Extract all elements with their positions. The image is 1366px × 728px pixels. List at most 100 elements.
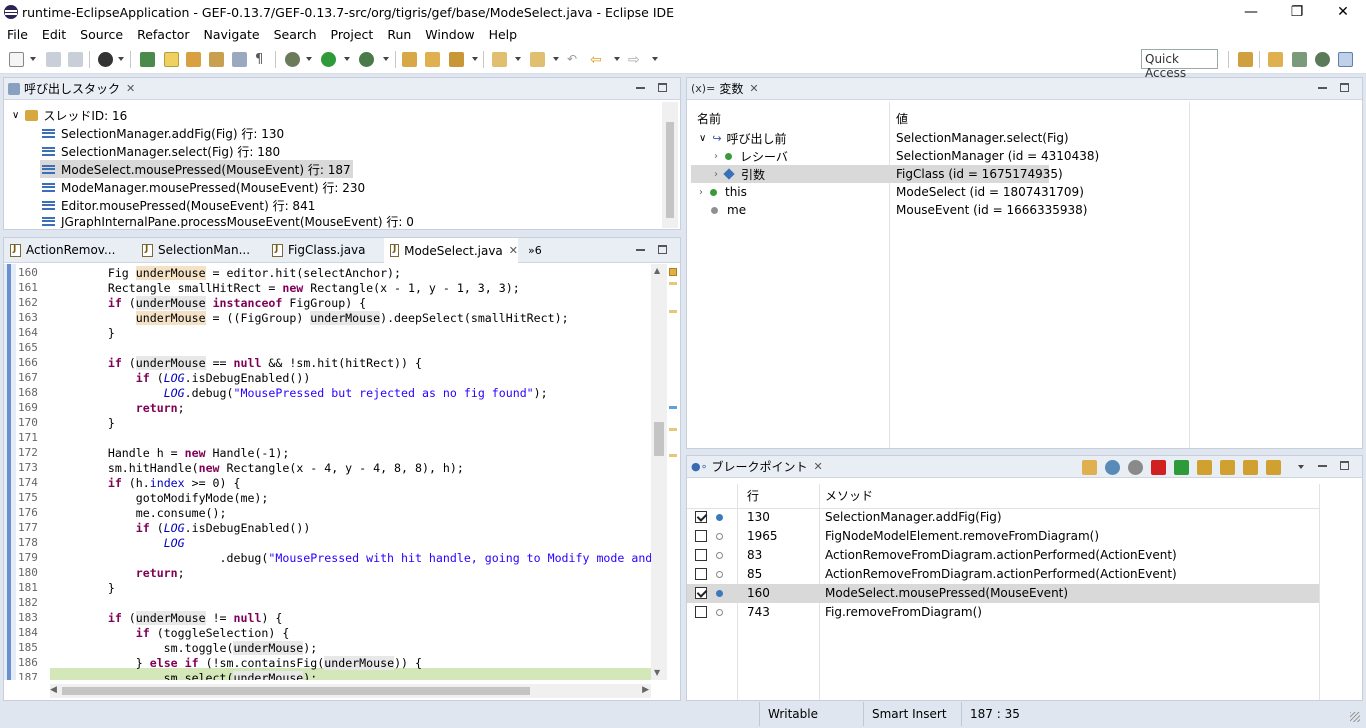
drop-to-frame-icon[interactable] xyxy=(1266,460,1281,475)
col-name-header[interactable]: 名前 xyxy=(697,109,721,127)
variable-row[interactable]: me xyxy=(711,201,746,219)
tab-modeselect-active[interactable]: ModeSelect.java ✕ xyxy=(384,238,518,263)
editor-hscrollbar[interactable]: ◀ ▶ xyxy=(50,684,651,698)
stack-frame[interactable]: Editor.mousePressed(MouseEvent) 行: 841 xyxy=(42,196,315,214)
minimize-icon[interactable] xyxy=(636,83,645,89)
code-line[interactable]: if (toggleSelection) { xyxy=(52,626,290,640)
breakpoint-row[interactable]: 85 ActionRemoveFromDiagram.actionPerform… xyxy=(695,565,1319,583)
menu-window[interactable]: Window xyxy=(418,27,481,42)
debug-icon[interactable] xyxy=(285,52,300,67)
code-line[interactable]: .debug("MousePressed with hit handle, go… xyxy=(52,551,651,565)
java-perspective-icon[interactable] xyxy=(1268,52,1283,67)
minimize-window-button[interactable]: — xyxy=(1228,0,1274,24)
expand-chevron-icon[interactable]: › xyxy=(714,151,718,162)
code-line[interactable]: Rectangle smallHitRect = new Rectangle(x… xyxy=(52,281,520,295)
breakpoint-row[interactable]: 743 Fig.removeFromDiagram() xyxy=(695,603,1319,621)
stack-frame[interactable]: SelectionManager.select(Fig) 行: 180 xyxy=(42,142,280,160)
skip-all-icon[interactable] xyxy=(1128,460,1143,475)
breakpoint-checkbox[interactable] xyxy=(695,530,707,542)
search-dropdown-icon[interactable] xyxy=(472,57,478,61)
breakpoint-checkbox[interactable] xyxy=(695,511,707,523)
close-variables-icon[interactable]: ✕ xyxy=(749,82,758,95)
next-edit-dropdown-icon[interactable] xyxy=(515,57,521,61)
minimize-icon[interactable] xyxy=(1318,461,1327,467)
code-line[interactable]: sm.toggle(underMouse); xyxy=(52,641,317,655)
forward-icon[interactable]: ⇨ xyxy=(628,52,643,68)
prev-edit-icon[interactable] xyxy=(530,52,545,67)
quick-access-input[interactable]: Quick Access xyxy=(1141,49,1218,80)
view-menu-icon[interactable] xyxy=(1298,465,1304,469)
scroll-right-icon[interactable]: ▶ xyxy=(642,685,649,695)
col-method-header[interactable]: メソッド xyxy=(825,486,873,504)
maximize-icon[interactable] xyxy=(1340,83,1349,92)
menu-refactor[interactable]: Refactor xyxy=(130,27,196,42)
code-line[interactable]: } else if (!sm.containsFig(underMouse)) … xyxy=(52,656,422,670)
tab-figclass[interactable]: FigClass.java xyxy=(266,238,384,262)
code-line[interactable]: LOG.debug("MousePressed but rejected as … xyxy=(52,386,548,400)
breakpoint-row[interactable]: 83 ActionRemoveFromDiagram.actionPerform… xyxy=(695,546,1319,564)
step-return-icon[interactable] xyxy=(1243,460,1258,475)
stack-frame[interactable]: ModeManager.mousePressed(MouseEvent) 行: … xyxy=(42,178,365,196)
code-line[interactable]: underMouse = ((FigGroup) underMouse).dee… xyxy=(52,311,569,325)
variable-row[interactable]: › レシーバ xyxy=(714,147,788,165)
code-line[interactable]: Handle h = new Handle(-1); xyxy=(52,446,290,460)
close-breakpoints-icon[interactable]: ✕ xyxy=(814,460,823,473)
breakpoint-row-selected[interactable]: 160 ModeSelect.mousePressed(MouseEvent) xyxy=(695,584,1319,602)
scroll-left-icon[interactable]: ◀ xyxy=(50,685,57,695)
code-line[interactable]: return; xyxy=(52,566,185,580)
expand-chevron-icon[interactable]: ∨ xyxy=(12,110,19,121)
menu-edit[interactable]: Edit xyxy=(35,27,73,42)
block-selection-icon[interactable] xyxy=(232,52,247,67)
resize-grip-icon[interactable] xyxy=(1350,712,1360,722)
menu-search[interactable]: Search xyxy=(267,27,324,42)
breakpoint-checkbox[interactable] xyxy=(695,606,707,618)
expand-chevron-icon[interactable]: › xyxy=(699,187,703,198)
breakpoint-checkbox[interactable] xyxy=(695,568,707,580)
last-edit-icon[interactable]: ↶ xyxy=(567,52,582,67)
scroll-down-icon[interactable]: ▼ xyxy=(654,668,660,677)
profile-icon[interactable] xyxy=(98,52,113,67)
debug-perspective-icon[interactable] xyxy=(1315,52,1330,67)
tab-action-remove[interactable]: ActionRemov... xyxy=(4,238,134,262)
expand-chevron-icon[interactable]: › xyxy=(714,169,718,180)
menu-run[interactable]: Run xyxy=(380,27,418,42)
code-line[interactable]: sm.select(underMouse); xyxy=(52,671,317,680)
code-line[interactable]: Fig underMouse = editor.hit(selectAnchor… xyxy=(52,266,401,280)
callstack-scrollbar[interactable] xyxy=(662,102,678,228)
prev-edit-dropdown-icon[interactable] xyxy=(553,57,559,61)
code-line[interactable]: if (underMouse instanceof FigGroup) { xyxy=(52,296,366,310)
import-breakpoints-icon[interactable] xyxy=(1082,460,1097,475)
open-type-icon[interactable] xyxy=(402,52,417,67)
code-line[interactable]: if (underMouse != null) { xyxy=(52,611,282,625)
code-line[interactable]: if (LOG.isDebugEnabled()) xyxy=(52,371,311,385)
maximize-icon[interactable] xyxy=(1340,461,1349,470)
breakpoint-row[interactable]: 130 SelectionManager.addFig(Fig) xyxy=(695,508,1319,526)
code-area[interactable]: 160 Fig underMouse = editor.hit(selectAn… xyxy=(4,264,651,680)
new-icon[interactable] xyxy=(9,52,24,67)
col-line-header[interactable]: 行 xyxy=(747,486,759,504)
link-breakpoints-icon[interactable] xyxy=(1105,460,1120,475)
code-line[interactable]: } xyxy=(52,326,115,340)
close-tab-icon[interactable]: ✕ xyxy=(509,244,518,257)
run-icon[interactable] xyxy=(321,52,336,67)
toggle-mark-icon[interactable] xyxy=(164,52,179,67)
tab-selection-manager[interactable]: SelectionMan... xyxy=(136,238,264,262)
code-line[interactable]: return; xyxy=(52,401,185,415)
step-into-icon[interactable] xyxy=(1197,460,1212,475)
breakpoint-checkbox[interactable] xyxy=(695,587,707,599)
forward-dropdown-icon[interactable] xyxy=(652,57,658,61)
col-value-header[interactable]: 値 xyxy=(896,109,908,127)
expand-chevron-icon[interactable]: ∨ xyxy=(699,133,706,144)
step-over-icon[interactable] xyxy=(1220,460,1235,475)
thread-node[interactable]: ∨ スレッドID: 16 xyxy=(12,106,127,124)
scroll-thumb[interactable] xyxy=(654,422,664,456)
git-perspective-icon[interactable] xyxy=(1292,52,1307,67)
variable-row[interactable]: › this xyxy=(699,183,747,201)
profile-dropdown-icon[interactable] xyxy=(118,57,124,61)
new-dropdown-icon[interactable] xyxy=(30,57,36,61)
hscroll-thumb[interactable] xyxy=(62,687,530,695)
save-icon[interactable] xyxy=(46,52,61,67)
close-callstack-icon[interactable]: ✕ xyxy=(126,82,135,95)
back-dropdown-icon[interactable] xyxy=(614,57,620,61)
open-perspective-icon[interactable] xyxy=(1238,52,1253,67)
